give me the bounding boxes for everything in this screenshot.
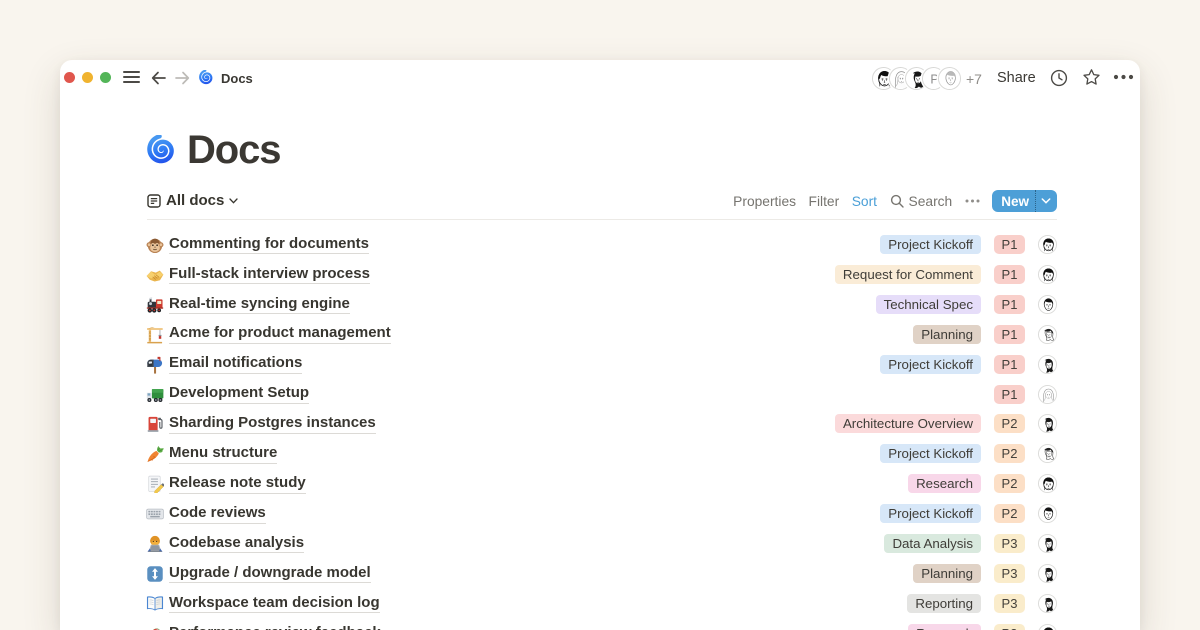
- svg-text:P: P: [930, 72, 938, 86]
